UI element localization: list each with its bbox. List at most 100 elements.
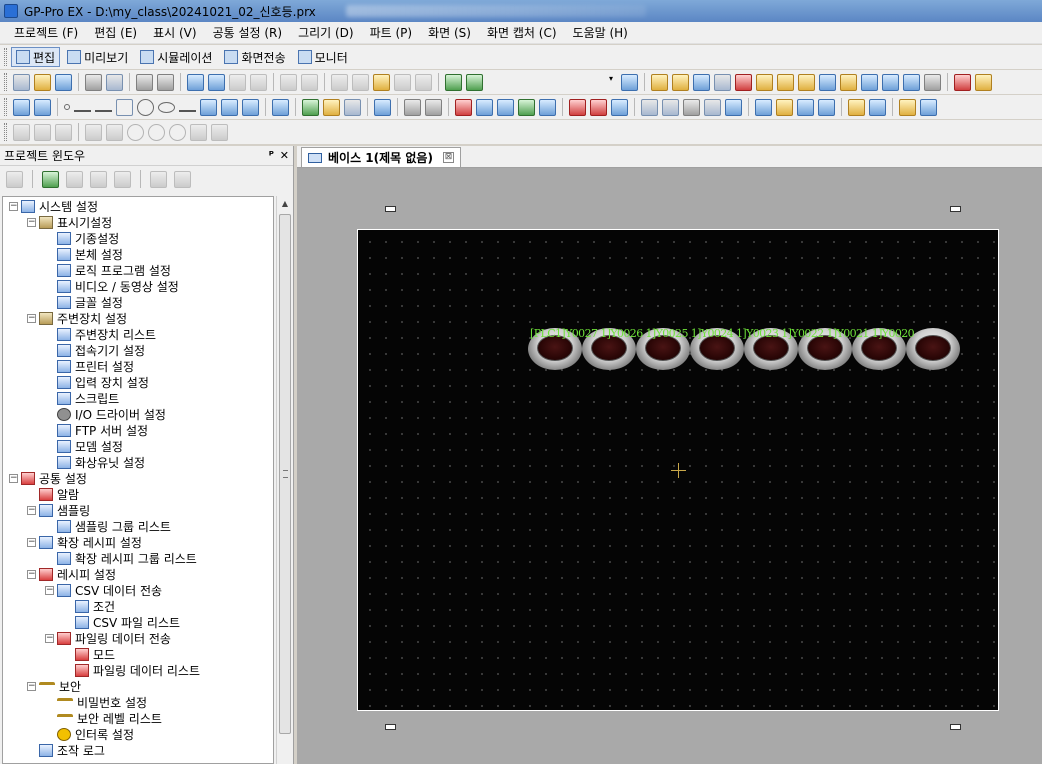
text-table-icon[interactable] <box>693 73 710 91</box>
tree-item[interactable]: 조작 로그 <box>27 742 105 758</box>
tree-item[interactable]: 본체 설정 <box>45 246 123 262</box>
translation-icon[interactable] <box>861 73 878 91</box>
key-icon[interactable] <box>756 73 773 91</box>
toolbar-grip[interactable] <box>4 48 7 66</box>
tree-item[interactable]: − 시스템 설정 <box>9 198 98 214</box>
new-screen-icon[interactable] <box>187 73 204 91</box>
tree-item[interactable]: − 주변장치 설정 <box>27 310 127 326</box>
utility-icon[interactable] <box>924 73 941 91</box>
file-manager-icon[interactable] <box>755 98 772 116</box>
tree-item[interactable]: 모드 <box>63 646 115 662</box>
meter-icon[interactable] <box>539 98 556 116</box>
coil-set-icon[interactable] <box>148 123 165 141</box>
tree-item[interactable]: 비디오 / 동영상 설정 <box>45 278 179 294</box>
tab-base-1[interactable]: 베이스 1(제목 없음) ⊠ <box>301 147 461 167</box>
copy-item-icon[interactable] <box>66 170 83 188</box>
delete-item-icon[interactable] <box>114 170 131 188</box>
image-tool-icon[interactable] <box>242 98 259 116</box>
tree-expander-icon[interactable]: − <box>45 633 54 643</box>
binoculars-icon[interactable] <box>136 73 153 91</box>
tree-item[interactable]: 인터록 설정 <box>45 726 134 742</box>
open-folder-icon[interactable] <box>34 73 51 91</box>
screen-list-icon[interactable] <box>621 73 638 91</box>
lamp-part[interactable] <box>906 328 960 370</box>
close-icon[interactable]: ✕ <box>280 149 289 162</box>
base-screen-canvas[interactable]: [PLC1]Y0027 1]Y0026 1]Y0025 1]Y0024 1]Y0… <box>357 229 999 711</box>
tree-expander-icon[interactable]: − <box>27 681 36 691</box>
tree-item[interactable]: 글꼴 설정 <box>45 294 123 310</box>
scroll-thumb[interactable] <box>279 214 291 734</box>
edit-item-icon[interactable] <box>42 170 59 188</box>
new-item-icon[interactable] <box>6 170 23 188</box>
grid-tool-icon[interactable] <box>404 98 421 116</box>
tree-item[interactable]: − 레시피 설정 <box>27 566 116 582</box>
instruction-down-icon[interactable] <box>211 123 228 141</box>
tree-item[interactable]: 스크립트 <box>45 390 119 406</box>
new-file-icon[interactable] <box>13 73 30 91</box>
ellipse-tool-icon[interactable] <box>158 101 175 113</box>
tree-item[interactable]: − 샘플링 <box>27 502 90 518</box>
scale-tool-icon[interactable] <box>200 98 217 116</box>
edit-mode-button[interactable]: 편집 <box>11 47 61 67</box>
line-graph-icon[interactable] <box>476 98 493 116</box>
tree-item[interactable]: − 표시기설정 <box>27 214 112 230</box>
tree-item[interactable]: − 공통 설정 <box>9 470 87 486</box>
doc-tool-icon[interactable] <box>869 98 886 116</box>
globe-icon[interactable] <box>920 98 937 116</box>
resize-handle-bottom-right[interactable] <box>950 724 961 730</box>
ladder-insert-icon[interactable] <box>55 123 72 141</box>
picture-display-icon[interactable] <box>374 98 391 116</box>
tree-item[interactable]: 샘플링 그룹 리스트 <box>45 518 171 534</box>
recipe-list-icon[interactable] <box>818 98 835 116</box>
keyboard-icon[interactable] <box>662 98 679 116</box>
menu-draw[interactable]: 그리기 (D) <box>290 24 362 41</box>
menu-edit[interactable]: 편집 (E) <box>86 24 145 41</box>
network-icon[interactable] <box>819 73 836 91</box>
image-list-icon[interactable] <box>714 73 731 91</box>
paste-icon[interactable] <box>373 73 390 91</box>
properties-icon[interactable] <box>150 170 167 188</box>
tree-item[interactable]: − CSV 데이터 전송 <box>45 582 162 598</box>
paste-item-icon[interactable] <box>90 170 107 188</box>
tree-item[interactable]: 로직 프로그램 설정 <box>45 262 171 278</box>
alarm-part-icon[interactable] <box>569 98 586 116</box>
menu-help[interactable]: 도움말 (H) <box>565 24 636 41</box>
toolbar-grip[interactable] <box>4 123 7 141</box>
contact-nc-icon[interactable] <box>106 123 123 141</box>
menu-parts[interactable]: 파트 (P) <box>362 24 421 41</box>
message-part-icon[interactable] <box>704 98 721 116</box>
list-view-icon[interactable] <box>174 170 191 188</box>
tree-expander-icon[interactable]: − <box>27 217 36 227</box>
error-check-icon[interactable] <box>445 73 462 91</box>
window-icon[interactable] <box>954 73 971 91</box>
security-icon[interactable] <box>798 73 815 91</box>
tree-expander-icon[interactable]: − <box>27 537 36 547</box>
eraser-icon[interactable] <box>899 98 916 116</box>
redo-icon[interactable] <box>301 73 318 91</box>
tree-expander-icon[interactable]: − <box>27 313 36 323</box>
polyline-tool-icon[interactable] <box>95 102 112 112</box>
tree-item[interactable]: 입력 장치 설정 <box>45 374 149 390</box>
bar-graph-icon[interactable] <box>455 98 472 116</box>
monitor-mode-button[interactable]: 모니터 <box>293 47 353 67</box>
tree-item[interactable]: 기종설정 <box>45 230 119 246</box>
tree-item[interactable]: 화상유닛 설정 <box>45 454 145 470</box>
tree-item[interactable]: 조건 <box>63 598 115 614</box>
contact-no-icon[interactable] <box>85 123 102 141</box>
menu-common-settings[interactable]: 공통 설정 (R) <box>205 24 291 41</box>
tree-expander-icon[interactable]: − <box>9 201 18 211</box>
menu-screen[interactable]: 화면 (S) <box>420 24 479 41</box>
tree-item[interactable]: 접속기기 설정 <box>45 342 145 358</box>
cut-icon[interactable] <box>331 73 348 91</box>
sampling-part-icon[interactable] <box>590 98 607 116</box>
ladder-branch-icon[interactable] <box>34 123 51 141</box>
resize-handle-bottom-left[interactable] <box>385 724 396 730</box>
tree-expander-icon[interactable]: − <box>45 585 54 595</box>
instruction-icon[interactable] <box>190 123 207 141</box>
tree-item[interactable]: − 보안 <box>27 678 81 694</box>
alarm-warn-icon[interactable] <box>777 73 794 91</box>
print-icon[interactable] <box>85 73 102 91</box>
coil-icon[interactable] <box>127 123 144 141</box>
scatter-graph-icon[interactable] <box>518 98 535 116</box>
copy-icon[interactable] <box>352 73 369 91</box>
